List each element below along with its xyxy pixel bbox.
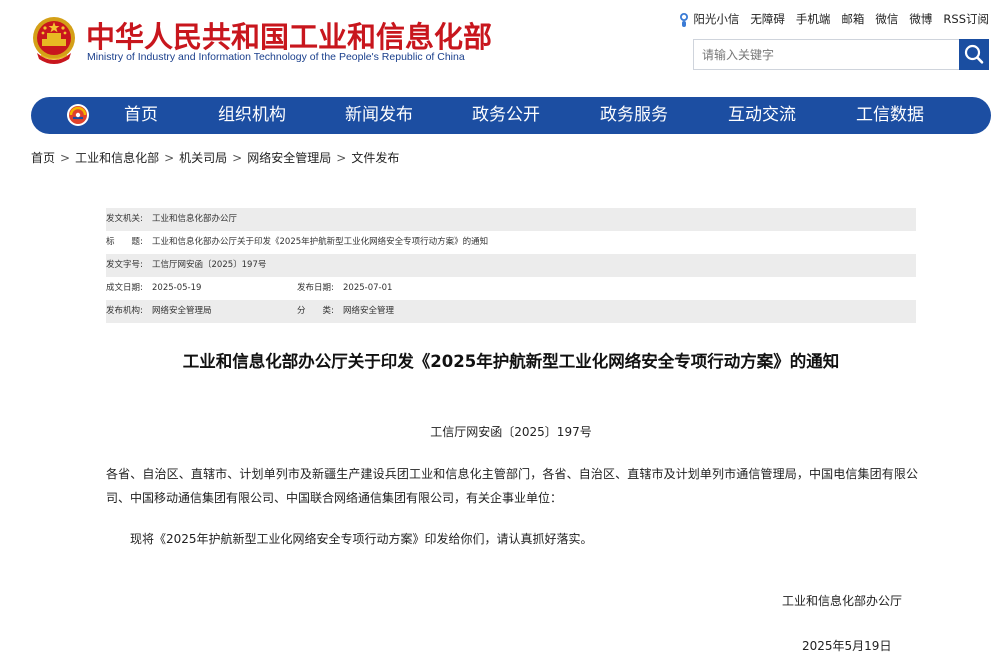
toplink-mobile[interactable]: 手机端 [796, 11, 831, 27]
meta-row-doc-number: 发文字号: 工信厅网安函〔2025〕197号 [106, 254, 916, 277]
meta-value-title: 工业和信息化部办公厅关于印发《2025年护航新型工业化网络安全专项行动方案》的通… [152, 237, 489, 247]
search-button[interactable] [959, 39, 989, 70]
article-recipients: 各省、自治区、直辖市、计划单列市及新疆生产建设兵团工业和信息化主管部门，各省、自… [106, 467, 918, 505]
breadcrumb-separator: > [336, 151, 347, 165]
nav-item-home[interactable]: 首页 [124, 97, 158, 134]
toplink-accessibility[interactable]: 无障碍 [750, 11, 785, 27]
meta-label: 发布日期: [297, 283, 334, 293]
breadcrumb-separator: > [164, 151, 175, 165]
nav-item-organization[interactable]: 组织机构 [218, 97, 286, 134]
article-doc-number: 工信厅网安函〔2025〕197号 [430, 425, 592, 439]
nav-item-interaction[interactable]: 互动交流 [728, 97, 796, 134]
toplink-sunshine[interactable]: 阳光小信 [678, 11, 739, 28]
document-metadata: 发文机关: 工业和信息化部办公厅 标 题: 工业和信息化部办公厅关于印发《202… [106, 208, 916, 323]
nav-item-news[interactable]: 新闻发布 [345, 97, 413, 134]
meta-value-category: 网络安全管理 [343, 306, 395, 316]
signature-date: 2025年5月19日 [802, 639, 892, 653]
national-emblem-logo[interactable] [31, 15, 77, 65]
breadcrumb-document-release[interactable]: 文件发布 [351, 151, 399, 165]
sun-mascot-icon [680, 12, 689, 27]
breadcrumb-separator: > [60, 151, 71, 165]
toplink-wechat[interactable]: 微信 [875, 11, 898, 27]
search-input[interactable] [694, 40, 956, 69]
breadcrumb: 首页 > 工业和信息化部 > 机关司局 > 网络安全管理局 > 文件发布 [31, 149, 399, 166]
meta-label: 标 题: [106, 237, 143, 247]
meta-row-dates: 成文日期: 2025-05-19 发布日期: 2025-07-01 [106, 277, 916, 300]
toplink-label: 阳光小信 [693, 12, 740, 26]
site-subtitle-en: Ministry of Industry and Information Tec… [87, 51, 465, 63]
breadcrumb-ministry[interactable]: 工业和信息化部 [75, 151, 159, 165]
nav-item-government-services[interactable]: 政务服务 [600, 97, 668, 134]
meta-value-doc-number: 工信厅网安函〔2025〕197号 [152, 260, 267, 270]
nav-item-government-affairs[interactable]: 政务公开 [472, 97, 540, 134]
meta-value-date-written: 2025-05-19 [152, 283, 202, 293]
meta-label: 发布机构: [106, 306, 143, 316]
article-title: 工业和信息化部办公厅关于印发《2025年护航新型工业化网络安全专项行动方案》的通… [182, 352, 840, 371]
meta-value-issuer: 工业和信息化部办公厅 [152, 214, 238, 224]
site-header: 中华人民共和国工业和信息化部 Ministry of Industry and … [0, 0, 1003, 90]
meta-label: 分 类: [297, 306, 334, 316]
toplink-weibo[interactable]: 微博 [909, 11, 932, 27]
meta-label: 发文字号: [106, 260, 143, 270]
toplink-mail[interactable]: 邮箱 [841, 11, 864, 27]
search-box [693, 39, 989, 70]
breadcrumb-departments[interactable]: 机关司局 [179, 151, 227, 165]
nav-item-data[interactable]: 工信数据 [856, 97, 924, 134]
meta-label: 发文机关: [106, 214, 143, 224]
breadcrumb-home[interactable]: 首页 [31, 151, 55, 165]
meta-row-issuer: 发文机关: 工业和信息化部办公厅 [106, 208, 916, 231]
signature-organization: 工业和信息化部办公厅 [782, 594, 903, 608]
site-title[interactable]: 中华人民共和国工业和信息化部 [86, 14, 492, 56]
toplink-rss[interactable]: RSS订阅 [943, 11, 989, 27]
ministry-logo-icon[interactable] [66, 103, 90, 127]
breadcrumb-cybersecurity-bureau[interactable]: 网络安全管理局 [247, 151, 331, 165]
article-body: 现将《2025年护航新型工业化网络安全专项行动方案》印发给你们，请认真抓好落实。 [130, 532, 593, 546]
meta-row-title: 标 题: 工业和信息化部办公厅关于印发《2025年护航新型工业化网络安全专项行动… [106, 231, 916, 254]
search-icon [964, 44, 984, 64]
top-links: 阳光小信 无障碍 手机端 邮箱 微信 微博 RSS订阅 [678, 11, 989, 28]
breadcrumb-separator: > [232, 151, 243, 165]
meta-row-agency: 发布机构: 网络安全管理局 分 类: 网络安全管理 [106, 300, 916, 323]
meta-value-date-published: 2025-07-01 [343, 283, 393, 293]
main-nav: 首页 组织机构 新闻发布 政务公开 政务服务 互动交流 工信数据 [31, 97, 991, 134]
meta-value-agency: 网络安全管理局 [152, 306, 212, 316]
meta-label: 成文日期: [106, 283, 143, 293]
